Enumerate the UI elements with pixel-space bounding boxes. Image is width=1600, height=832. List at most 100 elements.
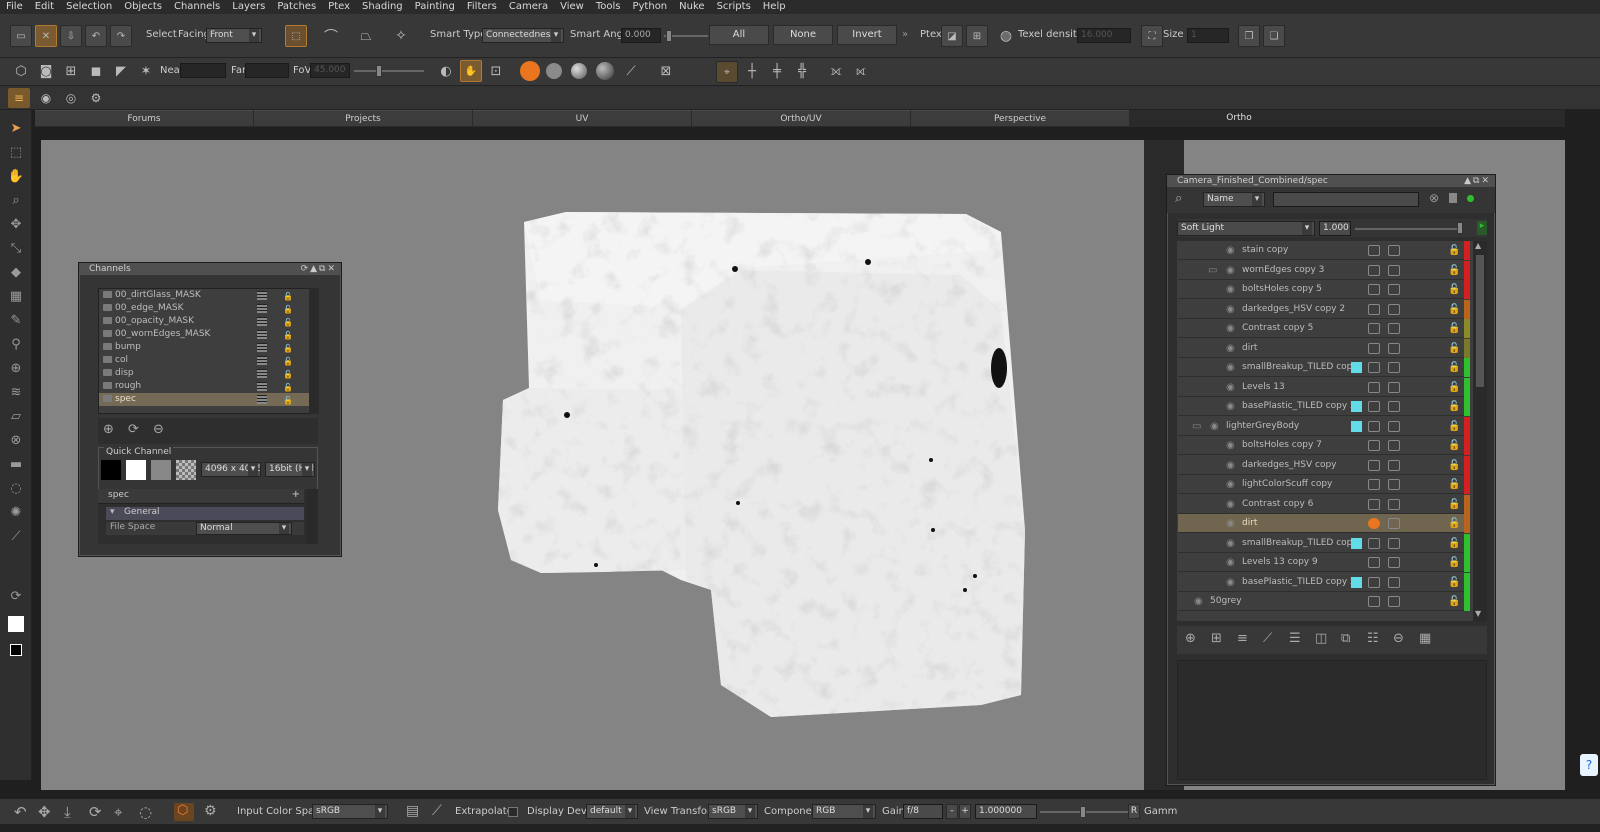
channel-item[interactable]: disp 🔓: [99, 367, 309, 380]
input-color-space-dropdown[interactable]: sRGB: [312, 804, 388, 819]
move-tool-icon[interactable]: ✥: [38, 803, 51, 821]
visibility-eye-icon[interactable]: ◉: [1226, 514, 1235, 533]
transform-icon[interactable]: ✥: [7, 216, 25, 234]
apply-arrow-icon[interactable]: ▸: [1477, 221, 1487, 235]
layer-row[interactable]: ◉ Contrast copy 6 🔓: [1178, 494, 1470, 514]
merge-layer-icon[interactable]: ⧉: [1341, 631, 1350, 646]
layer-row[interactable]: ◉ Contrast copy 5 🔓: [1178, 319, 1470, 338]
layer-lock-icon[interactable]: 🔓: [1448, 514, 1460, 533]
scroll-down-icon[interactable]: ▼: [1475, 609, 1481, 618]
undo-icon[interactable]: ↶: [14, 803, 27, 821]
cube-icon[interactable]: ⬡: [10, 60, 32, 82]
layer-lock-icon[interactable]: 🔓: [1448, 280, 1460, 299]
layer-row[interactable]: ◉ Levels 13 🔓: [1178, 377, 1470, 397]
arrow-select-icon[interactable]: ➤: [7, 120, 25, 138]
panel-window-controls-icon[interactable]: ⟳▲⧉✕: [301, 263, 337, 275]
background-color-swatch[interactable]: [10, 644, 22, 656]
layer-row[interactable]: ◉ 50grey 🔓: [1178, 592, 1470, 611]
move-z-icon[interactable]: ╬: [791, 60, 813, 82]
menu-tools[interactable]: Tools: [590, 0, 627, 14]
layer-row[interactable]: ▭ ◉ lighterGreyBody 🔓: [1178, 416, 1470, 436]
layer-lock-icon[interactable]: 🔓: [1448, 300, 1460, 319]
opacity-slider[interactable]: [1355, 228, 1459, 230]
ptex-split-icon[interactable]: ⊞: [966, 25, 988, 47]
scale-icon[interactable]: ⤡: [7, 240, 25, 258]
visibility-eye-icon[interactable]: ◉: [1226, 534, 1235, 553]
menu-layers[interactable]: Layers: [226, 0, 271, 14]
resolution-dropdown[interactable]: 4096 x 4096: [201, 462, 261, 477]
layer-row[interactable]: ▭ ◉ wornEdges copy 3 🔓: [1178, 260, 1470, 280]
select-all-button[interactable]: All: [709, 25, 769, 45]
flat-sphere-icon[interactable]: [546, 63, 562, 79]
menu-edit[interactable]: Edit: [29, 0, 60, 14]
brush-icon[interactable]: ✎: [7, 312, 25, 330]
menu-selection[interactable]: Selection: [60, 0, 118, 14]
channel-item[interactable]: 00_wornEdges_MASK 🔓: [99, 328, 309, 341]
layer-row[interactable]: ◉ darkedges_HSV copy 2 🔓: [1178, 299, 1470, 319]
far-field[interactable]: [245, 63, 289, 78]
menu-file[interactable]: File: [0, 0, 29, 14]
visibility-eye-icon[interactable]: ◉: [1210, 417, 1219, 436]
layer-row[interactable]: ◉ smallBreakup_TILED copy 🔓: [1178, 358, 1470, 377]
grey-swatch[interactable]: [151, 460, 171, 480]
visibility-eye-icon[interactable]: ◉: [1226, 397, 1235, 416]
general-group[interactable]: ▾ General: [106, 507, 304, 520]
add-channel-icon[interactable]: ⊕: [103, 422, 114, 437]
menu-help[interactable]: Help: [757, 0, 792, 14]
box-icon[interactable]: ◼: [85, 60, 107, 82]
camera-icon[interactable]: ◙: [35, 60, 57, 82]
add-layer-icon[interactable]: ⊕: [1185, 631, 1196, 646]
circle-select-icon[interactable]: ◌: [139, 803, 152, 821]
texel-density-field[interactable]: 16.000: [1077, 28, 1131, 43]
r-channel-button[interactable]: R: [1128, 804, 1140, 819]
rect-select-icon[interactable]: ⬚: [285, 25, 307, 47]
add-adjustment-icon[interactable]: ≡: [1237, 631, 1248, 646]
swap-colors-icon[interactable]: ⟳: [7, 588, 25, 606]
document-icon[interactable]: ▤: [406, 803, 419, 819]
properties-scrollbar[interactable]: [306, 489, 318, 544]
visibility-eye-icon[interactable]: ◉: [1226, 573, 1235, 592]
add-property-icon[interactable]: +: [292, 489, 300, 500]
gain-minus-button[interactable]: -: [946, 804, 958, 819]
layer-lock-icon[interactable]: 🔓: [1448, 534, 1460, 553]
lighting-icon[interactable]: ◐: [435, 60, 457, 82]
visibility-eye-icon[interactable]: ◉: [1226, 553, 1235, 572]
layer-lock-icon[interactable]: 🔓: [1448, 378, 1460, 397]
channel-item[interactable]: 00_dirtGlass_MASK 🔓: [99, 289, 309, 302]
clone-icon[interactable]: ⊕: [7, 360, 25, 378]
gain-plus-button[interactable]: +: [959, 804, 971, 819]
help-icon[interactable]: ?: [1580, 754, 1598, 776]
fov-knob[interactable]: [376, 65, 382, 77]
layer-lock-icon[interactable]: 🔓: [1448, 495, 1460, 514]
layer-row[interactable]: ◉ basePlastic_TILED copy 2 🔓: [1178, 572, 1470, 592]
blend-mode-dropdown[interactable]: Soft Light: [1177, 221, 1315, 236]
layer-row[interactable]: ◉ stain copy 🔓: [1178, 241, 1470, 260]
menu-camera[interactable]: Camera: [503, 0, 554, 14]
tab-ortho[interactable]: Ortho: [1130, 110, 1348, 126]
menu-view[interactable]: View: [554, 0, 590, 14]
layer-row[interactable]: ◉ boltsHoles copy 5 🔓: [1178, 280, 1470, 299]
move-y-icon[interactable]: ╪: [766, 60, 788, 82]
delete-layer-icon[interactable]: ⊖: [1393, 631, 1404, 646]
layer-lock-icon[interactable]: 🔓: [1448, 417, 1460, 436]
eye-layers-icon[interactable]: ◉: [35, 88, 57, 108]
group-folder-icon[interactable]: ▭: [1208, 261, 1217, 280]
extrapolate-checkbox[interactable]: [508, 807, 518, 817]
overflow-chevron-icon[interactable]: »: [902, 29, 908, 40]
unsnap-icon[interactable]: ⟖: [850, 60, 872, 82]
channels-scrollbar[interactable]: [309, 288, 319, 414]
layer-lock-icon[interactable]: 🔓: [1448, 436, 1460, 455]
menu-patches[interactable]: Patches: [271, 0, 322, 14]
opacity-field[interactable]: 1.000: [1319, 221, 1351, 236]
tab-uv[interactable]: UV: [473, 110, 691, 126]
smart-angle-field[interactable]: 0.000: [621, 28, 661, 43]
view-transform-dropdown[interactable]: sRGB: [708, 804, 758, 819]
move-x-icon[interactable]: ┼: [741, 60, 763, 82]
fov-field[interactable]: 45.000: [310, 63, 350, 78]
file-space-dropdown[interactable]: Normal: [196, 522, 292, 535]
filter-type-dropdown[interactable]: Name: [1203, 192, 1265, 207]
menu-shading[interactable]: Shading: [356, 0, 409, 14]
layer-row[interactable]: ◉ lightColorScuff copy 🔓: [1178, 475, 1470, 494]
gain-number-field[interactable]: 1.000000: [975, 804, 1037, 819]
blur-icon[interactable]: ◌: [7, 480, 25, 498]
